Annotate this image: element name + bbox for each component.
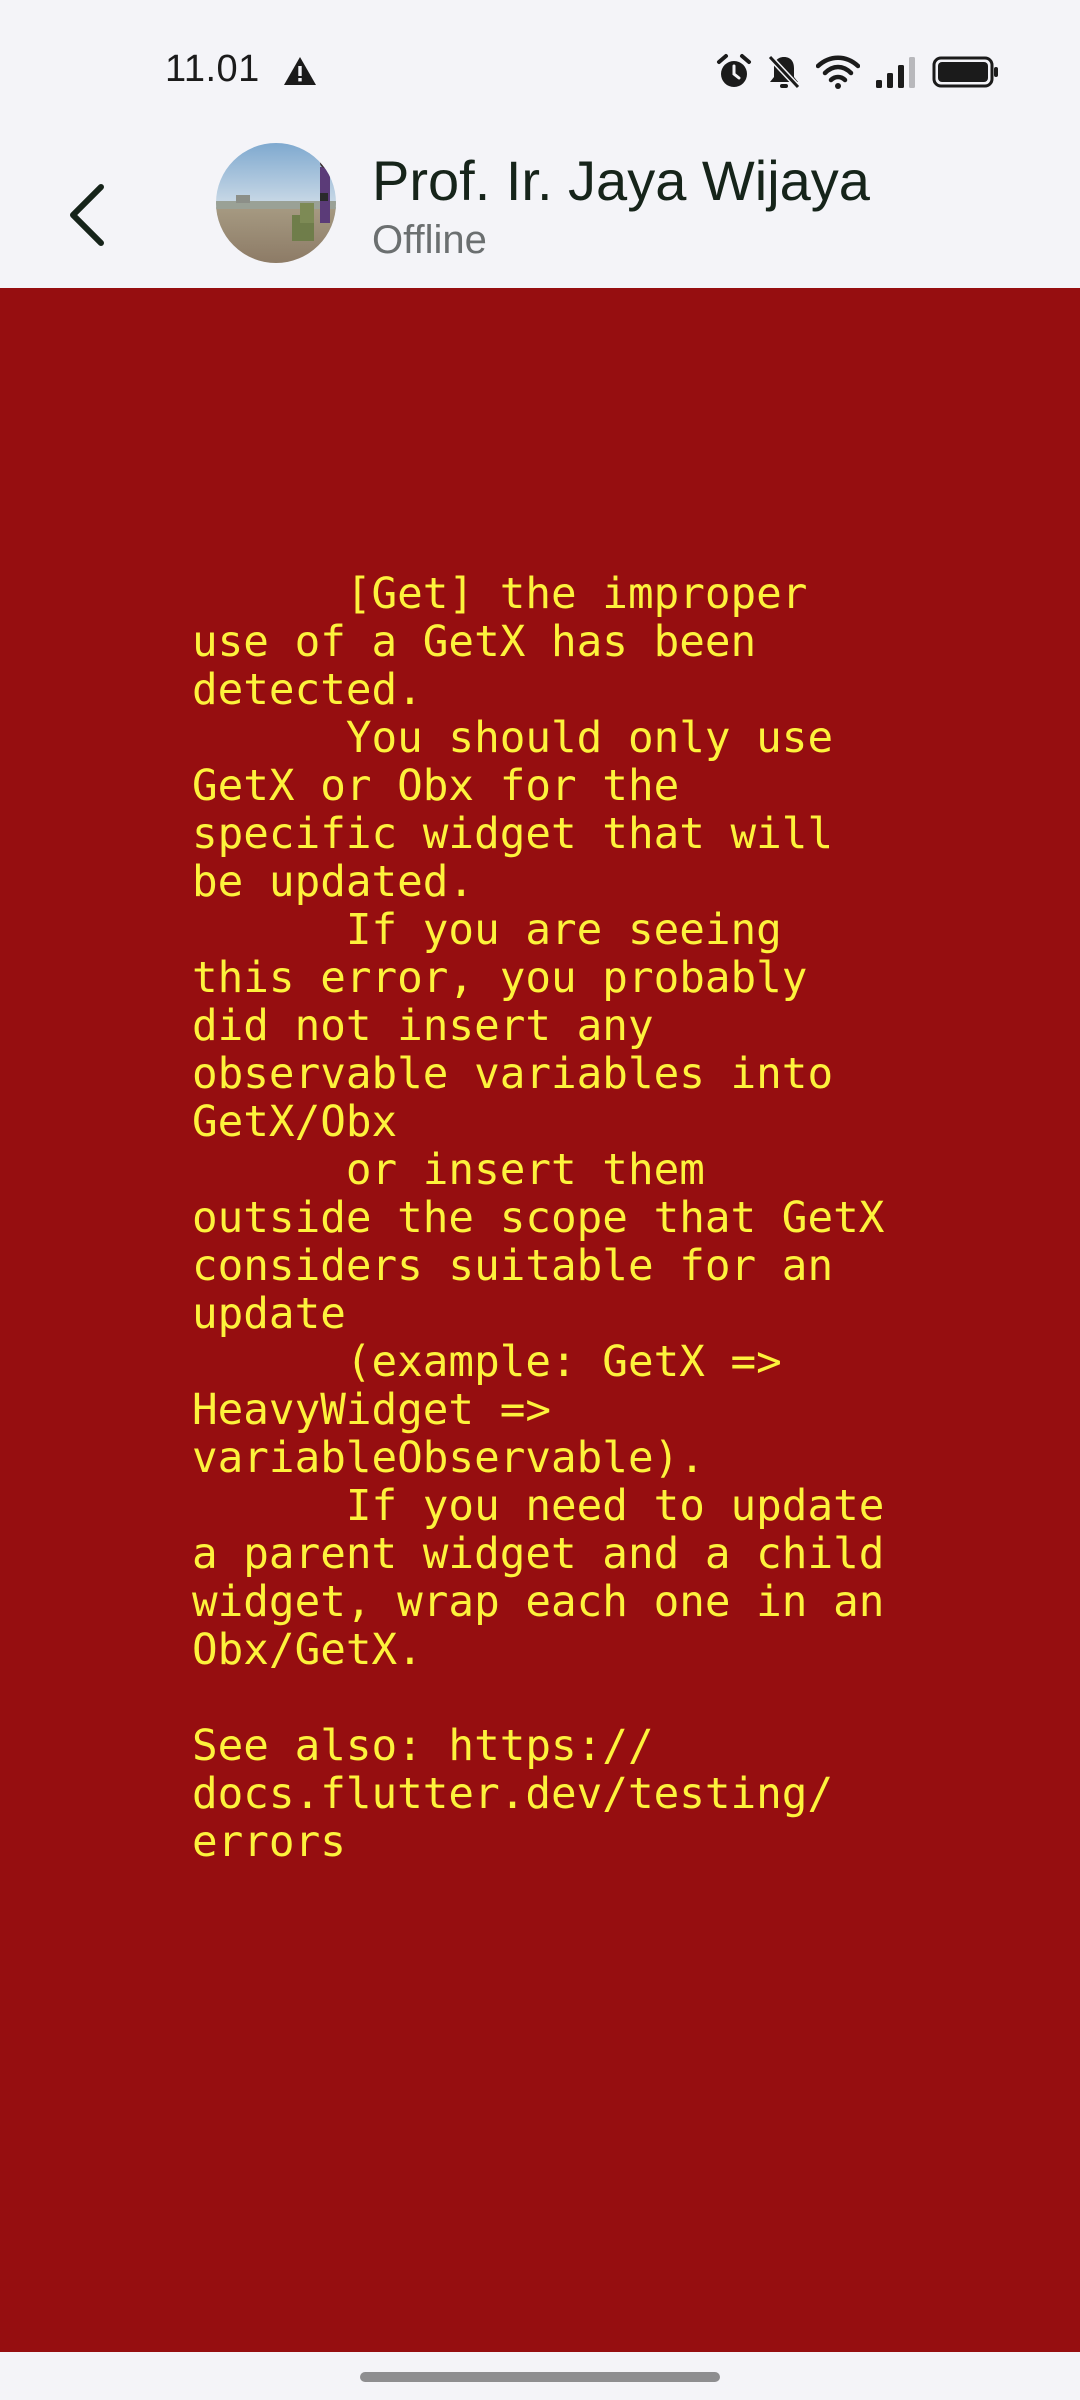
contact-status: Offline — [372, 218, 487, 262]
status-bar: 11.01 — [0, 0, 1080, 140]
error-panel: [Get] the improper use of a GetX has bee… — [0, 288, 1080, 2352]
error-message: [Get] the improper use of a GetX has bee… — [192, 569, 885, 1867]
back-button[interactable] — [52, 165, 122, 265]
chat-screen: 11.01 Prof. Ir. Jaya Wijaya Offline [Get… — [0, 0, 1080, 2400]
wifi-icon — [816, 55, 860, 89]
status-icons — [716, 50, 1000, 94]
app-bar: Prof. Ir. Jaya Wijaya Offline — [0, 140, 1080, 288]
signal-icon — [876, 57, 915, 88]
navigation-bar — [0, 2352, 1080, 2400]
contact-avatar[interactable] — [216, 143, 336, 263]
contact-name[interactable]: Prof. Ir. Jaya Wijaya — [372, 148, 870, 213]
battery-icon — [932, 56, 998, 88]
alarm-icon — [717, 54, 751, 87]
chevron-left-icon — [70, 184, 104, 246]
home-indicator[interactable] — [360, 2372, 720, 2382]
avatar-photo — [216, 143, 336, 263]
warning-icon — [284, 57, 316, 85]
mute-icon — [767, 54, 801, 90]
status-time: 11.01 — [165, 48, 260, 90]
